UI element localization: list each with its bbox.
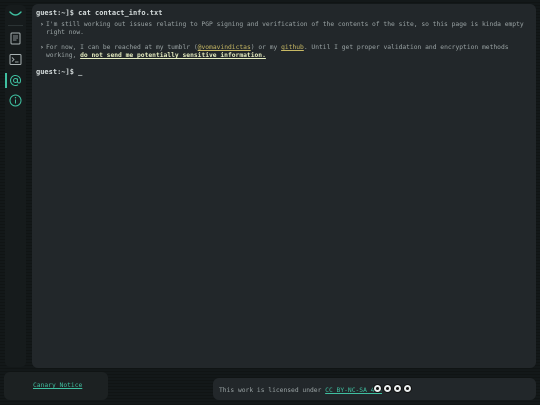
github-link[interactable]: github	[281, 44, 304, 51]
license-panel: This work is licensed under CC BY-NC-SA …	[213, 378, 536, 400]
license-text: This work is licensed under	[219, 387, 326, 394]
nc-icon	[393, 384, 402, 393]
command-line[interactable]: guest:~]$ _	[36, 67, 536, 77]
sidebar-item-contact[interactable]	[8, 73, 23, 88]
smile-arc-icon	[9, 11, 22, 16]
output-line: › I'm still working out issues relating …	[36, 21, 532, 37]
command-text: cat contact_info.txt	[78, 9, 163, 17]
canary-panel: Canary Notice	[4, 372, 108, 400]
output-line: › For now, I can be reached at my tumblr…	[36, 44, 532, 60]
chevron-right-icon: ›	[40, 44, 44, 51]
cc-badges[interactable]	[373, 384, 412, 394]
info-icon	[9, 94, 22, 107]
sa-icon	[403, 384, 412, 393]
chevron-right-icon: ›	[40, 21, 44, 28]
output-text: For now, I can be reached at my tumblr (	[46, 44, 198, 51]
at-sign-icon	[10, 75, 22, 86]
sidebar-item-document[interactable]	[8, 31, 23, 46]
active-nav-indicator	[5, 73, 7, 88]
prompt: guest:~]$	[36, 68, 74, 76]
command-line: guest:~]$ cat contact_info.txt	[36, 8, 536, 18]
prompt: guest:~]$	[36, 9, 74, 17]
cc-icon	[373, 384, 382, 393]
sidebar-item-info[interactable]	[8, 93, 23, 108]
cursor: _	[78, 68, 83, 76]
warning-text: do not send me potentially sensitive inf…	[80, 52, 266, 59]
sidebar	[5, 5, 26, 367]
sidebar-divider	[8, 25, 23, 26]
document-icon	[10, 32, 21, 45]
by-icon	[383, 384, 392, 393]
output-text: I'm still working out issues relating to…	[46, 21, 524, 36]
tumblr-link[interactable]: @vomavindictas	[198, 44, 251, 51]
canary-notice-link[interactable]: Canary Notice	[33, 382, 82, 389]
output-text: ) or my	[250, 44, 282, 51]
terminal-panel: guest:~]$ cat contact_info.txt › I'm sti…	[32, 4, 536, 368]
sidebar-item-terminal[interactable]	[8, 52, 23, 67]
license-notice: This work is licensed under CC BY-NC-SA …	[219, 387, 382, 394]
terminal-icon	[9, 54, 22, 65]
